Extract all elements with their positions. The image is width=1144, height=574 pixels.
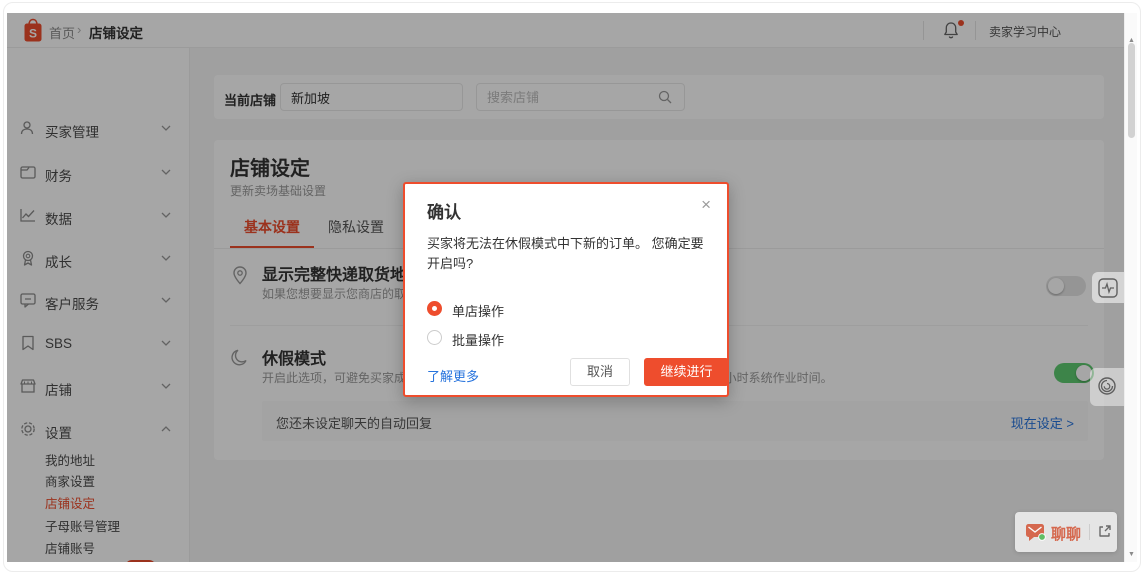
close-icon[interactable]: × xyxy=(701,196,711,213)
radio-selected-icon xyxy=(427,301,442,316)
radio-label: 单店操作 xyxy=(452,301,504,320)
swirl-icon xyxy=(1096,374,1118,398)
scrollbar-thumb[interactable] xyxy=(1128,43,1135,138)
learn-more-link[interactable]: 了解更多 xyxy=(427,366,479,385)
pulse-icon xyxy=(1098,278,1118,298)
webchat-bar[interactable]: 聊聊 xyxy=(1015,512,1117,552)
page-scrollbar[interactable]: ▲ ▼ xyxy=(1124,13,1137,562)
dialog-body-text: 买家将无法在休假模式中下新的订单。 您确定要开启吗? xyxy=(427,234,711,274)
radio-unselected-icon xyxy=(427,330,442,345)
popout-icon[interactable] xyxy=(1097,524,1112,539)
chat-bubble-icon xyxy=(1025,523,1045,540)
scroll-down-arrow[interactable]: ▼ xyxy=(1125,551,1138,558)
cancel-button[interactable]: 取消 xyxy=(570,358,630,386)
chat-label: 聊聊 xyxy=(1051,523,1081,544)
chat-divider xyxy=(1089,524,1090,540)
radio-label: 批量操作 xyxy=(452,330,504,349)
continue-button[interactable]: 继续进行 xyxy=(644,358,729,386)
app-window: S 首页 › 店铺设定 卖家学习中心 买家管理 财务 xyxy=(7,13,1124,562)
performance-widget-button[interactable] xyxy=(1092,272,1124,303)
dialog-title: 确认 xyxy=(427,198,461,223)
assistant-widget-button[interactable] xyxy=(1090,368,1124,406)
confirm-dialog: 确认 × 买家将无法在休假模式中下新的订单。 您确定要开启吗? 单店操作 批量操… xyxy=(403,182,729,397)
